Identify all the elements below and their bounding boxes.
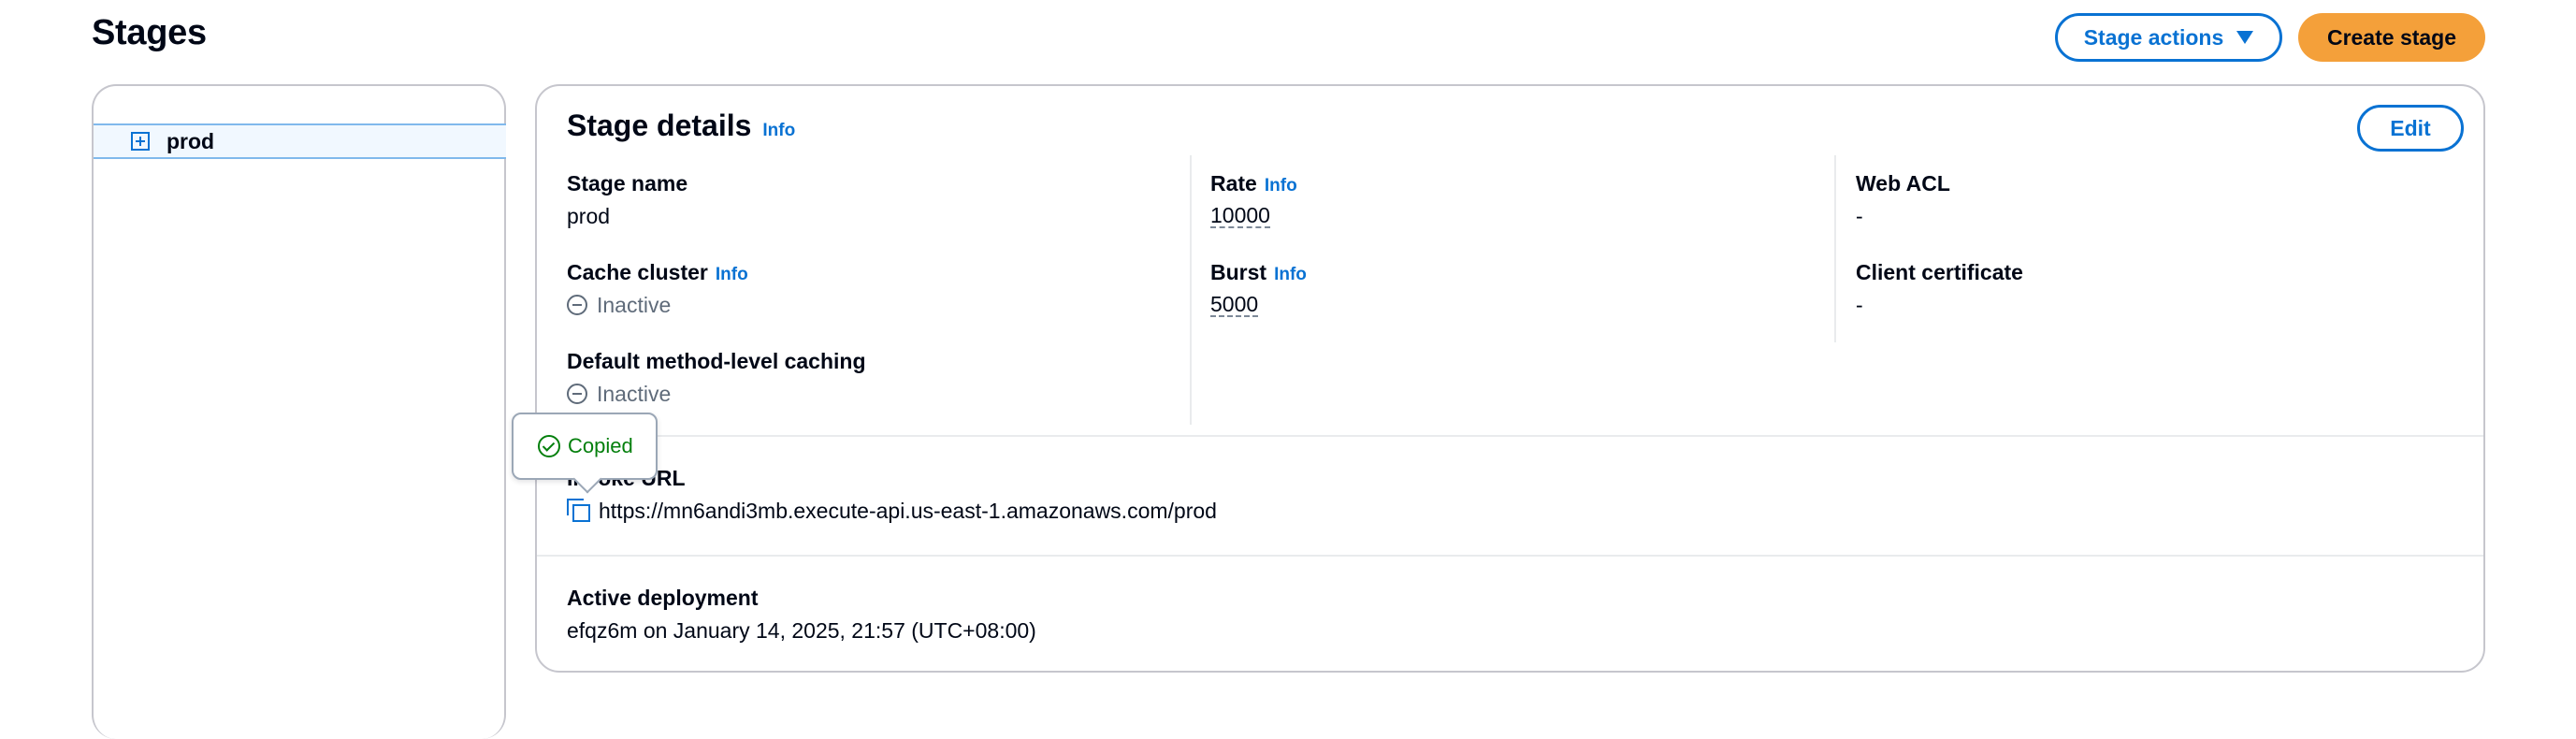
tree-item-label: prod <box>166 128 215 153</box>
create-stage-button[interactable]: Create stage <box>2298 13 2485 62</box>
cache-cluster-info-link[interactable]: Info <box>716 265 748 285</box>
stage-details-header: Stage details Info <box>567 109 795 143</box>
minus-circle-icon <box>567 384 587 404</box>
stage-details-info-link[interactable]: Info <box>762 121 795 141</box>
rate-field: Rate Info 10000 <box>1210 171 1297 231</box>
rate-value: 10000 <box>1210 203 1270 228</box>
stage-name-label: Stage name <box>567 171 688 196</box>
invoke-url-field: Invoke URL https://mn6andi3mb.execute-ap… <box>567 466 1217 526</box>
popover-text: Copied <box>568 434 633 457</box>
client-certificate-field: Client certificate - <box>1856 260 2023 320</box>
copied-popover: Copied <box>512 413 658 480</box>
stage-actions-label: Stage actions <box>2083 24 2224 50</box>
stage-details-title: Stage details <box>567 109 752 142</box>
web-acl-value: - <box>1856 203 1863 228</box>
edit-button[interactable]: Edit <box>2357 105 2464 152</box>
invoke-url-label: Invoke URL <box>567 466 686 490</box>
expand-icon[interactable] <box>131 132 150 151</box>
page-title: Stages <box>92 13 207 52</box>
default-caching-value: Inactive <box>567 379 866 409</box>
invoke-url-text[interactable]: https://mn6andi3mb.execute-api.us-east-1… <box>599 499 1217 524</box>
burst-field: Burst Info 5000 <box>1210 260 1307 320</box>
burst-info-link[interactable]: Info <box>1274 265 1307 285</box>
column-divider <box>1834 155 1836 342</box>
client-certificate-value: - <box>1856 292 1863 317</box>
invoke-url-value: https://mn6andi3mb.execute-api.us-east-1… <box>567 496 1217 526</box>
active-deployment-label: Active deployment <box>567 586 759 610</box>
minus-circle-icon <box>567 295 587 315</box>
active-deployment-field: Active deployment efqz6m on January 14, … <box>567 586 1036 645</box>
check-circle-icon <box>538 435 560 457</box>
rate-label: Rate Info <box>1210 171 1297 196</box>
stage-details-panel: Stage details Info Edit Stage name prod … <box>535 84 2485 673</box>
section-divider <box>537 435 2483 437</box>
cache-cluster-label: Cache cluster Info <box>567 260 748 285</box>
stage-actions-button[interactable]: Stage actions <box>2055 13 2282 62</box>
stage-name-field: Stage name prod <box>567 171 687 231</box>
copy-icon[interactable] <box>567 499 591 523</box>
default-caching-field: Default method-level caching Inactive <box>567 349 866 409</box>
burst-value: 5000 <box>1210 292 1259 317</box>
tree-item-prod[interactable]: prod <box>94 123 506 159</box>
web-acl-label: Web ACL <box>1856 171 1950 196</box>
column-divider <box>1190 155 1192 425</box>
stage-name-value: prod <box>567 203 611 228</box>
burst-label: Burst Info <box>1210 260 1307 285</box>
default-caching-label: Default method-level caching <box>567 349 866 373</box>
cache-cluster-value: Inactive <box>567 290 748 320</box>
active-deployment-value: efqz6m on January 14, 2025, 21:57 (UTC+0… <box>567 617 1036 643</box>
caret-down-icon <box>2236 31 2254 44</box>
cache-cluster-field: Cache cluster Info Inactive <box>567 260 748 320</box>
client-certificate-label: Client certificate <box>1856 260 2023 284</box>
section-divider <box>537 555 2483 557</box>
web-acl-field: Web ACL - <box>1856 171 1950 231</box>
rate-info-link[interactable]: Info <box>1265 176 1297 196</box>
stage-tree-panel: prod <box>92 84 506 739</box>
